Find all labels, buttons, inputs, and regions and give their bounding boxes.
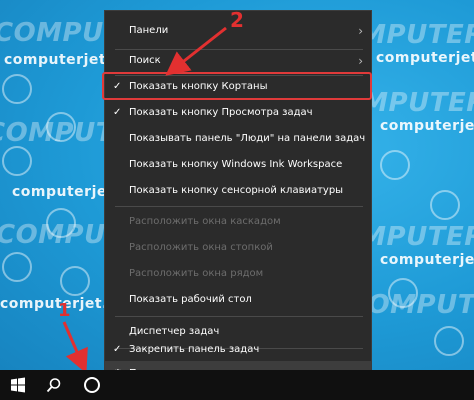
annotation-arrows <box>62 26 227 374</box>
windows-start-icon[interactable] <box>10 377 26 393</box>
cortana-icon[interactable] <box>84 377 100 393</box>
annotation-number-2: 2 <box>230 8 244 32</box>
search-icon[interactable] <box>46 377 62 393</box>
annotation-arrow-2 <box>165 26 227 76</box>
annotation-number-1: 1 <box>58 300 71 321</box>
taskbar[interactable] <box>0 370 474 400</box>
annotation-arrow-1 <box>62 321 88 374</box>
